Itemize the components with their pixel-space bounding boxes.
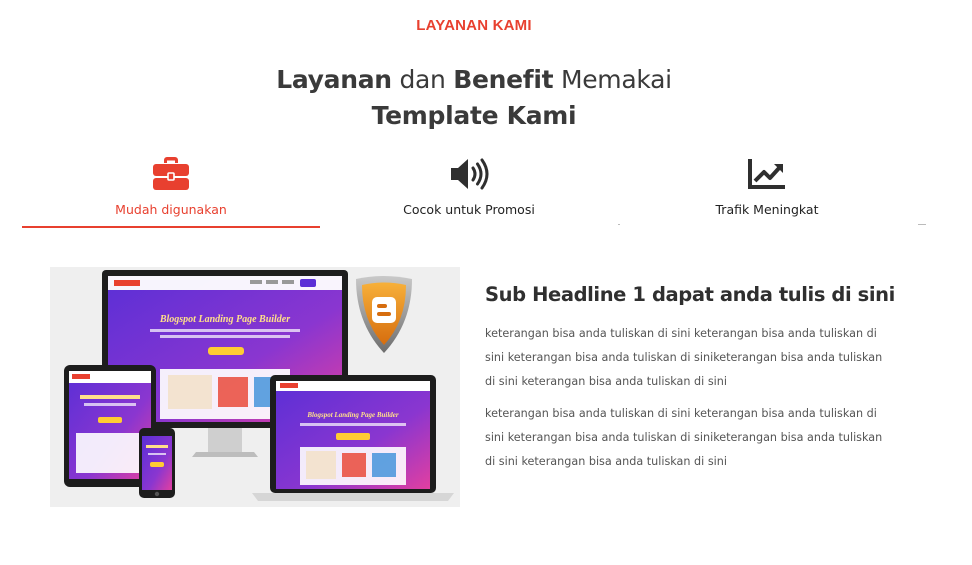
tab-underline — [320, 226, 618, 228]
devices-illustration: Blogspot Landing Page Builder Blogspot L… — [64, 270, 454, 501]
screen-title-text: Blogspot Landing Page Builder — [159, 314, 290, 325]
benefit-tabs: Mudah digunakan Cocok untuk Promosi Traf… — [22, 150, 928, 230]
section-kicker: LAYANAN KAMI — [416, 17, 532, 34]
sub-headline: Sub Headline 1 dapat anda tulis di sini — [485, 283, 895, 306]
tab-label: Mudah digunakan — [115, 202, 227, 217]
headline-word-dan: dan — [391, 65, 454, 94]
headline-word-memakai: Memakai — [553, 65, 672, 94]
volume-icon — [451, 158, 489, 190]
headline-word-benefit: Benefit — [453, 65, 554, 94]
responsive-devices-mockup-image: Blogspot Landing Page Builder Blogspot L… — [50, 267, 460, 507]
tab-trafik-meningkat[interactable]: Trafik Meningkat — [618, 150, 916, 230]
tab-cocok-untuk-promosi[interactable]: Cocok untuk Promosi — [320, 150, 618, 230]
tab-underline — [618, 226, 916, 228]
tab-divider — [618, 224, 620, 225]
monitor-stand — [208, 428, 242, 454]
headline-line2: Template Kami — [371, 101, 577, 130]
tab-divider — [918, 224, 926, 225]
briefcase-icon — [153, 157, 189, 190]
chart-line-icon — [748, 159, 785, 189]
laptop-screen-title: Blogspot Landing Page Builder — [306, 411, 398, 419]
benefit-content: Sub Headline 1 dapat anda tulis di sini … — [485, 283, 895, 474]
active-tab-underline — [22, 226, 320, 228]
blogger-logo-icon — [372, 297, 396, 323]
tab-label: Trafik Meningkat — [715, 202, 819, 217]
section-headline: Layanan dan Benefit Memakai Template Kam… — [0, 62, 948, 134]
tab-label: Cocok untuk Promosi — [403, 202, 535, 217]
laptop-base — [252, 493, 454, 501]
headline-word-layanan: Layanan — [276, 65, 392, 94]
description-paragraph: keterangan bisa anda tuliskan di sini ke… — [485, 327, 883, 388]
description-paragraph: keterangan bisa anda tuliskan di sini ke… — [485, 407, 883, 468]
tab-mudah-digunakan[interactable]: Mudah digunakan — [22, 150, 320, 230]
